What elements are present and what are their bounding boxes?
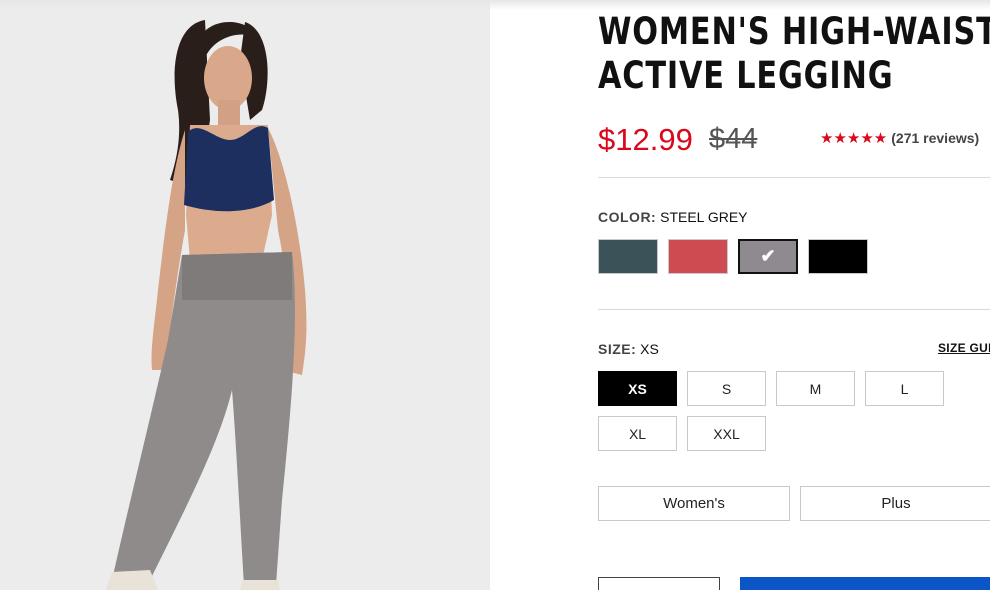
add-to-cart-button[interactable] <box>740 577 990 590</box>
price-row: $12.99 $44 ★★★★★ (271 reviews) <box>598 122 990 162</box>
product-title: WOMEN'S HIGH-WAIST ACTIVE LEGGING <box>598 10 990 98</box>
product-title-line-2: ACTIVE LEGGING <box>598 54 894 97</box>
fit-option-plus[interactable]: Plus <box>800 486 990 521</box>
size-guide-link[interactable]: SIZE GUIDE <box>938 341 990 355</box>
rating-summary[interactable]: ★★★★★ (271 reviews) <box>820 129 979 147</box>
size-option-l[interactable]: L <box>865 371 944 406</box>
color-swatch-steel-grey[interactable]: ✔ <box>738 239 798 274</box>
color-label: COLOR: STEEL GREY <box>598 209 748 225</box>
sale-price: $12.99 <box>598 122 693 157</box>
divider <box>598 309 990 310</box>
review-count-link[interactable]: (271 reviews) <box>891 130 979 146</box>
size-option-xs[interactable]: XS <box>598 371 677 406</box>
header-shadow <box>0 0 990 10</box>
size-option-m[interactable]: M <box>776 371 855 406</box>
size-label-key: SIZE: <box>598 341 637 357</box>
model-illustration <box>106 20 307 590</box>
selected-color-name: STEEL GREY <box>660 209 748 225</box>
size-label: SIZE: XS <box>598 341 659 357</box>
product-details: WOMEN'S HIGH-WAIST ACTIVE LEGGING $12.99… <box>598 0 990 590</box>
fit-option-womens[interactable]: Women's <box>598 486 790 521</box>
color-label-key: COLOR: <box>598 209 657 225</box>
size-option-xl[interactable]: XL <box>598 416 677 451</box>
size-option-xxl[interactable]: XXL <box>687 416 766 451</box>
product-image[interactable] <box>0 0 490 590</box>
checkmark-icon: ✔ <box>760 246 776 266</box>
divider <box>598 177 990 178</box>
product-title-line-1: WOMEN'S HIGH-WAIST <box>598 10 990 53</box>
color-swatch-slate-teal[interactable] <box>598 239 658 274</box>
selected-size-name: XS <box>640 341 659 357</box>
size-option-s[interactable]: S <box>687 371 766 406</box>
quantity-selector[interactable] <box>598 577 720 590</box>
color-swatch-coral-red[interactable] <box>668 239 728 274</box>
color-swatch-black[interactable] <box>808 239 868 274</box>
original-price: $44 <box>709 123 758 155</box>
star-rating-icon: ★★★★★ <box>820 130 888 147</box>
